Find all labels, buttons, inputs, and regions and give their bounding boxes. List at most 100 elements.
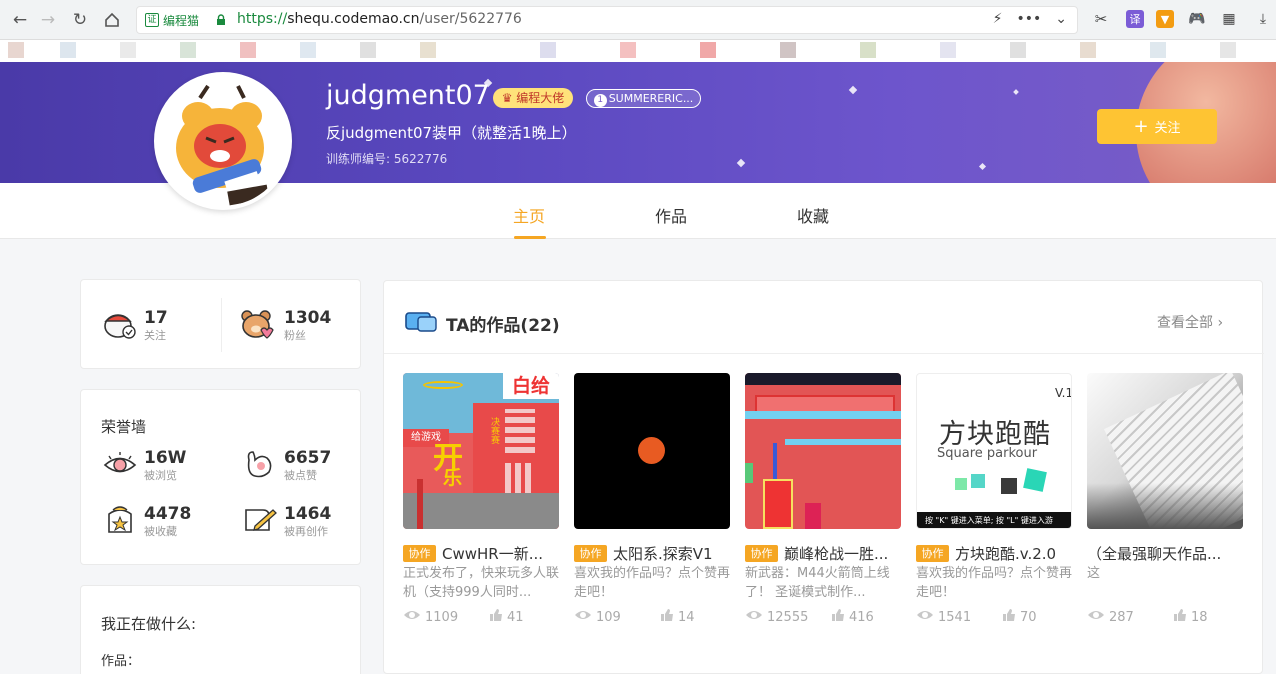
thumb-text: 乐 xyxy=(443,467,463,489)
crown-icon: ♛ xyxy=(501,91,513,105)
url-text[interactable]: https://shequ.codemao.cn/user/5622776 xyxy=(237,11,522,27)
work-thumbnail[interactable]: 白给 给游戏 开 乐 决赛赛 xyxy=(403,373,559,529)
tag-badge[interactable]: 1 SUMMERERIC... xyxy=(586,89,701,108)
collab-tag: 协作 xyxy=(574,545,607,562)
work-stats: 1109 41 xyxy=(403,608,528,626)
plus-icon: + xyxy=(1133,115,1149,137)
tab-home[interactable]: 主页 xyxy=(513,203,545,227)
star-decoration xyxy=(736,158,746,168)
mascot-avatar-icon xyxy=(158,76,288,206)
browser-toolbar: ← → ↻ 证编程猫 https://shequ.codemao.cn/user… xyxy=(0,0,1276,40)
tab-favorites[interactable]: 收藏 xyxy=(797,203,829,227)
honor-wall-card: 荣誉墙 16W 被浏览 6657 被点赞 4478 被收藏 1464 被再创作 xyxy=(80,389,361,565)
user-bio: 反judgment07装甲（就整活1晚上） xyxy=(326,124,577,142)
work-name[interactable]: 巅峰枪战一胜... xyxy=(784,543,888,564)
work-name[interactable]: （全最强聊天作品... xyxy=(1087,543,1221,564)
works-folder-icon xyxy=(405,312,437,332)
work-title-row[interactable]: 协作 方块跑酷.v.2.0 xyxy=(916,543,1056,564)
work-name[interactable]: CwwHR一新... xyxy=(442,543,543,564)
follow-stats-card: 17 关注 1304 粉丝 xyxy=(80,279,361,369)
address-bar[interactable]: 证编程猫 https://shequ.codemao.cn/user/56227… xyxy=(136,6,1078,34)
remix-icon xyxy=(245,509,277,531)
lock-icon xyxy=(217,14,225,25)
star-decoration xyxy=(848,85,858,95)
eye-icon xyxy=(103,452,137,473)
collection-bag-icon xyxy=(108,506,132,533)
reload-icon[interactable]: ↻ xyxy=(68,8,92,32)
work-description: 正式发布了，快来玩多人联机（支持999人同时... xyxy=(403,566,560,600)
eye-icon xyxy=(574,609,592,625)
work-description: 喜欢我的作品吗？点个赞再走吧！ xyxy=(574,566,731,600)
likes-label: 被点赞 xyxy=(284,469,317,482)
paw-like-icon xyxy=(247,451,272,478)
work-thumbnail[interactable] xyxy=(745,373,901,529)
chevron-down-icon[interactable]: ⌄ xyxy=(1055,11,1067,27)
gamepad-icon[interactable]: 🎮 xyxy=(1188,10,1206,28)
forward-icon[interactable]: → xyxy=(36,8,60,32)
thumb-text: 按 "K" 键进入菜单; 按 "L" 键进入游 xyxy=(917,512,1071,528)
doing-card: 我正在做什么: 作品： xyxy=(80,585,361,674)
view-all-link[interactable]: 查看全部 › xyxy=(1157,312,1223,332)
shield-extension-icon[interactable]: ▼ xyxy=(1156,10,1174,28)
views-count: 16W xyxy=(144,448,187,468)
following-count[interactable]: 17 xyxy=(144,308,168,328)
scissors-icon[interactable]: ✂ xyxy=(1092,10,1110,28)
work-stats: 1541 70 xyxy=(916,608,1041,626)
thumbs-up-icon xyxy=(489,608,503,626)
chevron-right-icon: › xyxy=(1217,315,1224,331)
star-decoration xyxy=(1013,89,1019,95)
thumb-text: Square parkour xyxy=(937,446,1038,461)
work-title-row[interactable]: 协作 太阳系.探索V1 xyxy=(574,543,713,564)
follow-button[interactable]: + 关注 xyxy=(1097,109,1217,144)
thumbs-up-icon xyxy=(1173,608,1187,626)
home-icon[interactable] xyxy=(100,8,124,32)
work-name[interactable]: 太阳系.探索V1 xyxy=(613,543,713,564)
favorites-count: 4478 xyxy=(144,504,192,524)
work-stats: 12555 416 xyxy=(745,608,878,626)
work-thumbnail[interactable]: V.1 方块跑酷 Square parkour 按 "K" 键进入菜单; 按 "… xyxy=(916,373,1072,529)
eye-icon xyxy=(916,609,934,625)
divider xyxy=(384,353,1264,354)
site-identity[interactable]: 证编程猫 xyxy=(145,11,199,29)
star-decoration xyxy=(978,162,987,171)
thumbs-up-icon xyxy=(1002,608,1016,626)
doing-title: 我正在做什么: xyxy=(101,615,197,633)
more-icon[interactable]: ••• xyxy=(1016,11,1041,27)
divider xyxy=(221,298,222,352)
thumb-text: V.1 xyxy=(1055,386,1072,400)
works-title: TA的作品(22) xyxy=(446,316,560,336)
work-thumbnail[interactable] xyxy=(574,373,730,529)
views-label: 被浏览 xyxy=(144,469,177,482)
eye-icon xyxy=(745,609,763,625)
translate-extension-icon[interactable]: 译 xyxy=(1126,10,1144,28)
collab-tag: 协作 xyxy=(916,545,949,562)
certificate-icon: 证 xyxy=(145,13,159,27)
work-description: 新武器：M44火箭筒上线了！ 圣诞模式制作... xyxy=(745,566,890,600)
work-title-row[interactable]: 协作 CwwHR一新... xyxy=(403,543,543,564)
work-title-row[interactable]: （全最强聊天作品... xyxy=(1087,543,1221,564)
honor-wall-title: 荣誉墙 xyxy=(101,418,147,436)
download-icon[interactable]: ⤓ xyxy=(1254,10,1272,28)
eye-icon xyxy=(403,609,421,625)
thumb-text: 决赛赛 xyxy=(489,417,499,444)
collab-tag: 协作 xyxy=(745,545,778,562)
back-icon[interactable]: ← xyxy=(8,8,32,32)
thumbs-up-icon xyxy=(831,608,845,626)
thumb-text: 白给 xyxy=(503,373,559,399)
favorites-label: 被收藏 xyxy=(144,525,177,538)
active-tab-indicator xyxy=(514,236,546,239)
level-badge[interactable]: ♛ 编程大佬 xyxy=(493,88,573,108)
followers-count[interactable]: 1304 xyxy=(284,308,331,328)
tab-works[interactable]: 作品 xyxy=(655,203,687,227)
work-title-row[interactable]: 协作 巅峰枪战一胜... xyxy=(745,543,888,564)
apps-grid-icon[interactable]: ▦ xyxy=(1220,10,1238,28)
work-thumbnail[interactable] xyxy=(1087,373,1243,529)
work-name[interactable]: 方块跑酷.v.2.0 xyxy=(955,543,1056,564)
work-description: 这 xyxy=(1087,566,1101,581)
work-description: 喜欢我的作品吗？点个赞再走吧！ xyxy=(916,566,1073,600)
eye-icon xyxy=(1087,609,1105,625)
lightning-icon[interactable]: ⚡ xyxy=(993,11,1003,27)
avatar[interactable] xyxy=(154,72,292,210)
remix-label: 被再创作 xyxy=(284,525,328,538)
work-stats: 287 18 xyxy=(1087,608,1212,626)
